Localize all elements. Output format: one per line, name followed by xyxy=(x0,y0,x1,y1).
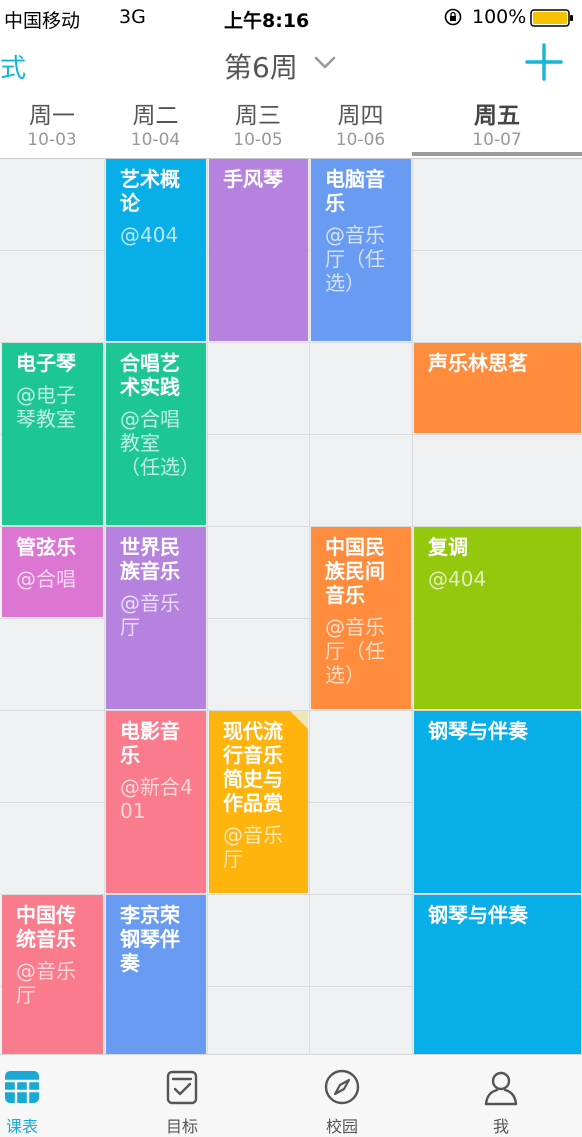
course-name: 电影音乐 xyxy=(120,719,180,767)
course-room: @404 xyxy=(428,567,487,591)
course-name: 中国传统音乐 xyxy=(16,903,76,951)
day-date: 10-06 xyxy=(335,130,386,150)
header-left-label[interactable]: 式 xyxy=(0,48,26,85)
grid-column-line xyxy=(412,158,413,1054)
course-name: 中国民族民间音乐 xyxy=(325,535,385,607)
chevron-down-icon[interactable] xyxy=(314,56,336,70)
course-block[interactable]: 复调 @404 xyxy=(414,527,581,709)
course-name: 合唱艺术实践 xyxy=(120,351,180,399)
day-column-header[interactable]: 周五 10-07 xyxy=(412,92,582,158)
status-bar: 中国移动 3G 上午8:16 100% xyxy=(0,0,582,36)
course-block[interactable]: 电影音乐 @新合401 xyxy=(106,711,206,893)
compass-icon xyxy=(322,1067,362,1107)
orientation-lock-icon xyxy=(444,8,462,26)
day-date: 10-07 xyxy=(472,130,522,150)
course-room: @新合401 xyxy=(120,775,193,823)
day-name: 周一 xyxy=(29,103,75,129)
day-name: 周四 xyxy=(337,103,384,129)
grid-column-line xyxy=(309,158,310,1054)
day-column-header[interactable]: 周三 10-05 xyxy=(207,92,309,158)
course-name: 复调 xyxy=(428,535,468,559)
course-name: 钢琴与伴奏 xyxy=(428,719,528,743)
target-checklist-icon xyxy=(162,1067,202,1107)
course-name: 李京荣钢琴伴奏 xyxy=(120,903,180,975)
course-room: @音乐厅（任选） xyxy=(325,615,385,687)
course-block[interactable]: 中国传统音乐 @音乐厅 xyxy=(2,895,103,1054)
tab-label: 目标 xyxy=(165,1117,198,1136)
course-block[interactable]: 声乐林思茗 xyxy=(414,343,581,433)
day-date: 10-04 xyxy=(130,130,181,150)
schedule-grid: 艺术概论 @404 手风琴 电脑音乐 @音乐厅（任选） 电子琴 @电子琴教室 合唱艺术实践 @合… xyxy=(0,158,582,1054)
bottom-tab-bar: 课表 目标 校园 我 xyxy=(0,1054,582,1137)
course-name: 管弦乐 xyxy=(16,535,76,559)
schedule-grid-icon xyxy=(2,1067,42,1107)
day-column-header[interactable]: 周二 10-04 xyxy=(104,92,207,158)
course-block[interactable]: 中国民族民间音乐 @音乐厅（任选） xyxy=(311,527,411,709)
course-block[interactable]: 艺术概论 @404 xyxy=(106,159,206,341)
course-name: 电脑音乐 xyxy=(325,167,385,215)
course-name: 现代流行音乐简史与作品赏 xyxy=(223,719,283,815)
course-name: 电子琴 xyxy=(16,351,76,375)
day-date: 10-03 xyxy=(27,130,77,150)
network-label: 3G xyxy=(119,6,146,28)
course-block[interactable]: 电脑音乐 @音乐厅（任选） xyxy=(311,159,411,341)
course-block[interactable]: 管弦乐 @合唱 xyxy=(2,527,103,617)
day-name: 周五 xyxy=(474,103,520,129)
carrier-label: 中国移动 xyxy=(4,10,81,32)
course-room: @404 xyxy=(120,223,179,247)
week-selector[interactable]: 第6周 xyxy=(224,46,298,86)
tab-label: 课表 xyxy=(5,1117,38,1136)
tab-item[interactable]: 校园 xyxy=(302,1055,382,1137)
course-room: @音乐厅 xyxy=(16,959,76,1007)
course-name: 世界民族音乐 xyxy=(120,535,180,583)
day-column-header[interactable]: 周一 10-03 xyxy=(0,92,104,158)
course-room: @电子琴教室 xyxy=(16,383,76,431)
grid-column-line xyxy=(104,158,105,1054)
course-name: 声乐林思茗 xyxy=(428,351,528,375)
day-name: 周三 xyxy=(235,103,281,129)
tab-item[interactable]: 目标 xyxy=(142,1055,222,1137)
day-header: 周一 10-03 周二 10-04 周三 10-05 周四 10-06 周五 10-07 xyxy=(0,92,582,158)
tab-item[interactable]: 我 xyxy=(461,1055,541,1137)
course-block[interactable]: 合唱艺术实践 @合唱教室（任选） xyxy=(106,343,206,525)
course-room: @音乐厅 xyxy=(120,591,180,639)
course-room: @合唱 xyxy=(16,567,76,591)
tab-label: 我 xyxy=(492,1117,509,1136)
tab-item[interactable]: 课表 xyxy=(0,1055,62,1137)
day-column-header[interactable]: 周四 10-06 xyxy=(309,92,412,158)
course-name: 钢琴与伴奏 xyxy=(428,903,528,927)
day-name: 周二 xyxy=(132,103,179,129)
battery-icon xyxy=(530,9,573,27)
add-course-button[interactable] xyxy=(524,42,564,82)
course-block[interactable]: 钢琴与伴奏 xyxy=(414,711,581,893)
day-date: 10-05 xyxy=(233,130,283,150)
note-fold-corner xyxy=(290,711,308,729)
course-block[interactable]: 钢琴与伴奏 xyxy=(414,895,581,1054)
course-room: @合唱教室（任选） xyxy=(120,407,200,479)
course-name: 手风琴 xyxy=(223,167,283,191)
course-block[interactable]: 李京荣钢琴伴奏 xyxy=(106,895,206,1054)
course-block[interactable]: 手风琴 xyxy=(209,159,308,341)
top-header: 式 第6周 xyxy=(0,36,582,92)
course-room: @音乐厅（任选） xyxy=(325,223,385,295)
course-block[interactable]: 现代流行音乐简史与作品赏 @音乐厅 xyxy=(209,711,308,893)
grid-column-line xyxy=(207,158,208,1054)
tab-label: 校园 xyxy=(325,1117,358,1136)
course-block[interactable]: 电子琴 @电子琴教室 xyxy=(2,343,103,525)
course-block[interactable]: 世界民族音乐 @音乐厅 xyxy=(106,527,206,709)
battery-percent: 100% xyxy=(472,6,527,28)
status-time: 上午8:16 xyxy=(224,10,310,32)
user-icon xyxy=(481,1067,521,1107)
course-room: @音乐厅 xyxy=(223,823,283,871)
active-day-indicator xyxy=(412,152,582,156)
course-name: 艺术概论 xyxy=(120,167,180,215)
